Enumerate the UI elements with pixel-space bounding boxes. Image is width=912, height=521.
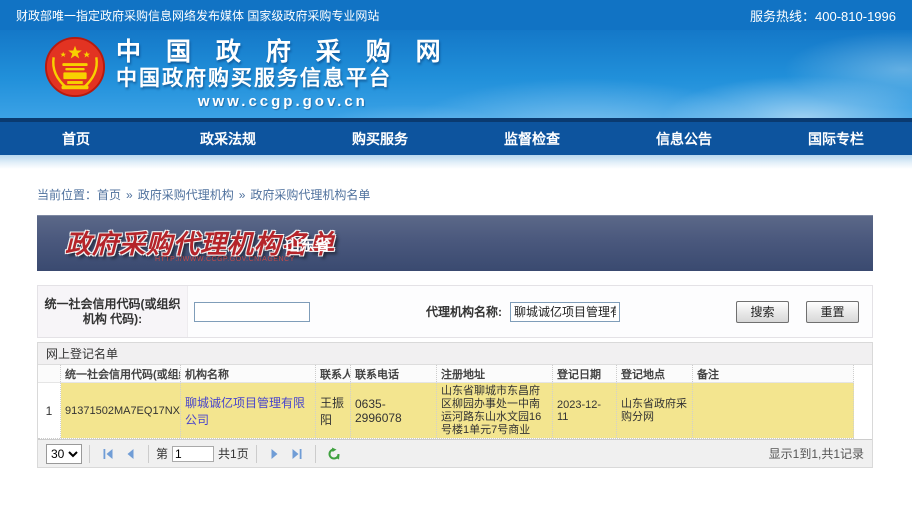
first-page-icon[interactable] — [100, 446, 116, 462]
nav-item-purchase-services[interactable]: 购买服务 — [304, 122, 456, 155]
credit-code-input[interactable] — [194, 302, 310, 322]
agency-list-banner: 政府采购代理机构名单 HTTP://WWW.CCGP.GOV.CN/AGENCY… — [37, 215, 873, 271]
results-table: 网上登记名单 统一社会信用代码(或组织 机构名称 联系人 联系电话 注册地址 登… — [37, 342, 873, 468]
table-row: 1 91371502MA7EQ17NXK 聊城诚亿项目管理有限公司 王振阳 06… — [38, 383, 854, 439]
row-agency-name-cell: 聊城诚亿项目管理有限公司 — [181, 383, 316, 438]
nav-item-announcements[interactable]: 信息公告 — [608, 122, 760, 155]
pager-divider — [315, 445, 316, 463]
banner-region-label: 山东省 — [285, 234, 330, 255]
breadcrumb-separator: » — [126, 188, 133, 202]
row-address-cell: 山东省聊城市东昌府区柳园办事处一中南运河路东山水文园16号楼1单元7号商业 — [437, 383, 553, 438]
nav-item-regulations[interactable]: 政采法规 — [152, 122, 304, 155]
banner-url: HTTP://WWW.CCGP.GOV.CN/AGENCY — [155, 256, 295, 263]
breadcrumb-home-link[interactable]: 首页 — [97, 188, 121, 202]
top-bar: 财政部唯一指定政府采购信息网络发布媒体 国家级政府采购专业网站 服务热线：400… — [0, 0, 912, 30]
site-slogan: 财政部唯一指定政府采购信息网络发布媒体 国家级政府采购专业网站 — [16, 7, 379, 24]
page-size-select[interactable]: 30 — [46, 444, 82, 464]
service-hotline: 服务热线：400-810-1996 — [750, 6, 896, 25]
search-button[interactable]: 搜索 — [736, 301, 789, 323]
pager-divider — [148, 445, 149, 463]
last-page-icon[interactable] — [289, 446, 305, 462]
row-reg-date-cell: 2023-12-11 — [553, 383, 617, 438]
col-header-reg-date: 登记日期 — [553, 365, 617, 382]
site-subtitle: 中国政府购买服务信息平台 — [116, 66, 450, 92]
col-header-index — [38, 365, 61, 382]
national-emblem-logo — [44, 36, 106, 98]
nav-item-supervision[interactable]: 监督检查 — [456, 122, 608, 155]
nav-item-home[interactable]: 首页 — [0, 122, 152, 155]
col-header-agency-name: 机构名称 — [181, 365, 316, 382]
page-number-prefix: 第 — [156, 445, 168, 462]
pager-divider — [89, 445, 90, 463]
breadcrumb-current: 政府采购代理机构名单 — [250, 188, 370, 202]
col-header-reg-place: 登记地点 — [617, 365, 693, 382]
breadcrumb-agency-link[interactable]: 政府采购代理机构 — [138, 188, 234, 202]
pager-divider — [256, 445, 257, 463]
table-section-title: 网上登记名单 — [38, 343, 872, 365]
row-credit-code-cell: 91371502MA7EQ17NXK — [61, 383, 181, 438]
main-nav: 首页 政采法规 购买服务 监督检查 信息公告 国际专栏 — [0, 122, 912, 155]
header-titles: 中 国 政 府 采 购 网 中国政府购买服务信息平台 www.ccgp.gov.… — [116, 38, 450, 112]
row-index-cell: 1 — [38, 383, 61, 438]
breadcrumb-prefix: 当前位置： — [37, 188, 97, 202]
agency-name-label: 代理机构名称: — [426, 303, 502, 320]
refresh-icon[interactable] — [326, 446, 342, 462]
record-count-summary: 显示1到1,共1记录 — [769, 445, 864, 462]
agency-name-link[interactable]: 聊城诚亿项目管理有限公司 — [185, 394, 311, 428]
agency-name-input[interactable] — [510, 302, 620, 322]
row-remark-cell — [693, 383, 854, 438]
site-header: 中 国 政 府 采 购 网 中国政府购买服务信息平台 www.ccgp.gov.… — [0, 30, 912, 122]
total-pages-label: 共1页 — [218, 445, 249, 462]
pagination-bar: 30 第 共1页 显示1到1,共1记录 — [38, 439, 872, 467]
reset-button[interactable]: 重置 — [806, 301, 859, 323]
breadcrumb-separator: » — [239, 188, 246, 202]
breadcrumb: 当前位置：首页 » 政府采购代理机构 » 政府采购代理机构名单 — [37, 186, 912, 202]
page-number-input[interactable] — [172, 446, 214, 462]
next-page-icon[interactable] — [267, 446, 283, 462]
nav-item-international[interactable]: 国际专栏 — [760, 122, 912, 155]
search-form: 统一社会信用代码(或组织机构 代码): 代理机构名称: 搜索 重置 — [37, 285, 873, 338]
site-title: 中 国 政 府 采 购 网 — [116, 38, 450, 66]
prev-page-icon[interactable] — [122, 446, 138, 462]
site-url: www.ccgp.gov.cn — [116, 92, 450, 112]
col-header-address: 注册地址 — [437, 365, 553, 382]
nav-fade-strip — [0, 155, 912, 169]
col-header-contact: 联系人 — [316, 365, 351, 382]
credit-code-label: 统一社会信用代码(或组织机构 代码): — [38, 286, 188, 337]
row-phone-cell: 0635-2996078 — [351, 383, 437, 438]
col-header-remark: 备注 — [693, 365, 854, 382]
row-contact-cell: 王振阳 — [316, 383, 351, 438]
row-reg-place-cell: 山东省政府采购分网 — [617, 383, 693, 438]
col-header-credit-code: 统一社会信用代码(或组织 — [61, 365, 181, 382]
table-header-row: 统一社会信用代码(或组织 机构名称 联系人 联系电话 注册地址 登记日期 登记地… — [38, 365, 854, 383]
col-header-phone: 联系电话 — [351, 365, 437, 382]
